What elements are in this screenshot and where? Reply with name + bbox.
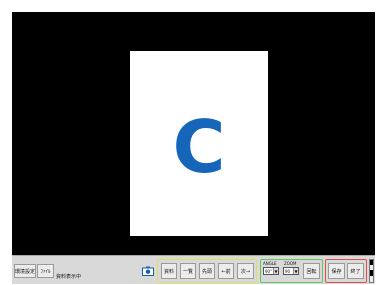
side-scrollbar[interactable] bbox=[369, 259, 374, 283]
next-page-button-label: 次→ bbox=[240, 268, 251, 275]
settings-button[interactable]: 環境設定 bbox=[14, 264, 36, 278]
list-button[interactable]: 一覧 bbox=[180, 263, 196, 279]
top-page-button-label: 先頭 bbox=[201, 268, 212, 275]
next-page-button[interactable]: 次→ bbox=[237, 263, 254, 279]
apply-button[interactable]: 回転 bbox=[303, 263, 320, 279]
settings-button-label: 環境設定 bbox=[15, 268, 36, 275]
apply-button-label: 回転 bbox=[306, 268, 317, 275]
angle-select[interactable]: 90° ▼ bbox=[263, 267, 279, 275]
scroll-up-icon[interactable] bbox=[370, 260, 373, 265]
file-button[interactable]: ﾌｧｲﾙ bbox=[37, 264, 54, 278]
material-button[interactable]: 資料 bbox=[161, 263, 177, 279]
prev-page-button-label: ←前 bbox=[221, 268, 231, 275]
list-button-label: 一覧 bbox=[182, 268, 193, 275]
chevron-down-icon: ▼ bbox=[273, 268, 278, 274]
angle-label: ANGLE bbox=[263, 261, 277, 266]
slide-letter: C bbox=[172, 105, 226, 189]
status-text: 資料表示中 bbox=[56, 274, 82, 280]
exit-button[interactable]: 終了 bbox=[347, 263, 364, 279]
zoom-label: ZOOM bbox=[284, 261, 297, 266]
prev-page-button[interactable]: ←前 bbox=[218, 263, 234, 279]
exit-button-label: 終了 bbox=[350, 268, 361, 275]
zoom-select[interactable]: 90 ▼ bbox=[283, 267, 299, 275]
save-button-label: 保存 bbox=[331, 268, 342, 275]
material-button-label: 資料 bbox=[163, 268, 174, 275]
top-page-button[interactable]: 先頭 bbox=[199, 263, 215, 279]
chevron-down-icon: ▼ bbox=[293, 268, 298, 274]
zoom-value: 90 bbox=[285, 268, 291, 274]
slide-viewer: C bbox=[12, 12, 375, 255]
angle-value: 90° bbox=[265, 268, 273, 274]
save-button[interactable]: 保存 bbox=[328, 263, 345, 279]
bottom-toolbar: 環境設定 ﾌｧｲﾙ 資料表示中 資料 一覧 先頭 ←前 次→ ANGLE 90°… bbox=[12, 255, 375, 284]
file-button-label: ﾌｧｲﾙ bbox=[40, 268, 51, 275]
scroll-thumb[interactable] bbox=[370, 270, 373, 276]
slide-page: C bbox=[130, 51, 268, 236]
camera-icon[interactable] bbox=[142, 261, 154, 276]
